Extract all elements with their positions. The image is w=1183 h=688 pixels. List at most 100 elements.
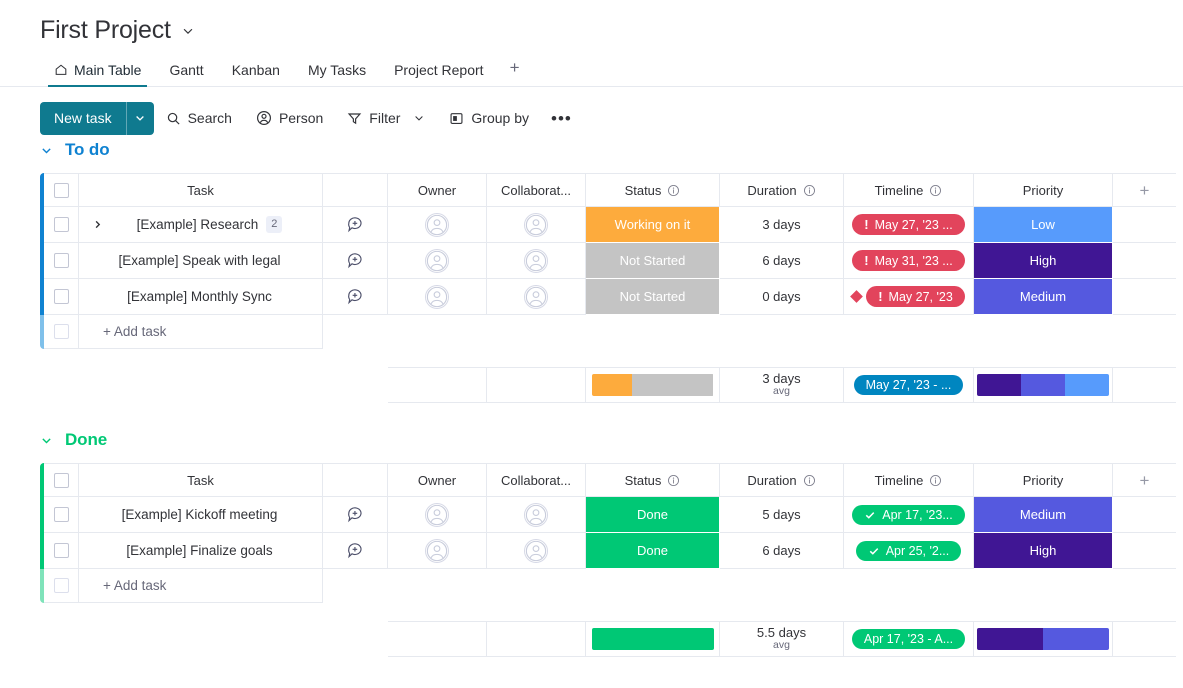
avatar[interactable]: [425, 284, 449, 309]
collaborators-cell[interactable]: [487, 279, 586, 315]
summary-priority-cell[interactable]: [974, 621, 1113, 657]
add-update-cell[interactable]: [323, 279, 388, 315]
add-task-button[interactable]: + Add task: [79, 315, 323, 349]
filter-button[interactable]: Filter: [335, 103, 437, 133]
column-header-owner[interactable]: Owner: [388, 173, 487, 207]
avatar[interactable]: [425, 538, 449, 563]
collaborators-cell[interactable]: [487, 533, 586, 569]
add-update-cell[interactable]: [323, 497, 388, 533]
priority-cell[interactable]: Low: [974, 207, 1113, 243]
avatar[interactable]: [524, 284, 548, 309]
tab-my-tasks[interactable]: My Tasks: [294, 62, 380, 86]
info-icon[interactable]: [929, 184, 942, 197]
priority-cell[interactable]: Medium: [974, 279, 1113, 315]
duration-cell[interactable]: 5 days: [720, 497, 844, 533]
row-checkbox[interactable]: [53, 507, 69, 522]
column-header-task[interactable]: Task: [79, 463, 323, 497]
add-task-checkbox[interactable]: [53, 578, 69, 593]
add-update-cell[interactable]: [323, 533, 388, 569]
status-cell[interactable]: Working on it: [586, 207, 720, 243]
tab-main-table[interactable]: Main Table: [40, 62, 155, 87]
task-name-cell[interactable]: [Example] Research 2: [79, 207, 323, 243]
avatar[interactable]: [425, 212, 449, 237]
status-cell[interactable]: Done: [586, 497, 720, 533]
more-options-button[interactable]: •••: [541, 110, 582, 127]
owner-cell[interactable]: [388, 533, 487, 569]
expand-subitems-icon[interactable]: [89, 219, 105, 230]
add-update-icon[interactable]: [346, 215, 365, 234]
timeline-summary-pill[interactable]: May 27, '23 - ...: [853, 375, 964, 395]
task-name-cell[interactable]: [Example] Monthly Sync: [79, 279, 323, 315]
add-update-icon[interactable]: [346, 541, 365, 560]
summary-status-cell[interactable]: [586, 621, 720, 657]
timeline-pill[interactable]: ! May 27, '23: [866, 286, 965, 307]
timeline-cell[interactable]: ! May 31, '23 ...: [844, 243, 974, 279]
add-update-cell[interactable]: [323, 207, 388, 243]
owner-cell[interactable]: [388, 497, 487, 533]
tab-project-report[interactable]: Project Report: [380, 62, 497, 86]
add-update-icon[interactable]: [346, 505, 365, 524]
status-cell[interactable]: Not Started: [586, 243, 720, 279]
add-task-checkbox[interactable]: [53, 324, 69, 339]
summary-status-cell[interactable]: [586, 367, 720, 403]
add-update-icon[interactable]: [346, 287, 365, 306]
collaborators-cell[interactable]: [487, 207, 586, 243]
select-all-checkbox[interactable]: [53, 182, 69, 198]
row-checkbox[interactable]: [53, 253, 69, 268]
group-collapse-icon[interactable]: [40, 434, 53, 447]
priority-cell[interactable]: Medium: [974, 497, 1113, 533]
info-icon[interactable]: [667, 474, 680, 487]
select-all-checkbox[interactable]: [53, 472, 69, 488]
new-task-button[interactable]: New task: [40, 101, 154, 135]
column-header-status[interactable]: Status: [586, 463, 720, 497]
owner-cell[interactable]: [388, 243, 487, 279]
info-icon[interactable]: [667, 184, 680, 197]
avatar[interactable]: [524, 212, 548, 237]
status-cell[interactable]: Not Started: [586, 279, 720, 315]
avatar[interactable]: [524, 248, 548, 273]
add-column-button[interactable]: +: [1113, 463, 1176, 497]
timeline-pill[interactable]: Apr 25, '2...: [855, 540, 962, 561]
column-header-duration[interactable]: Duration: [720, 463, 844, 497]
duration-cell[interactable]: 6 days: [720, 533, 844, 569]
avatar[interactable]: [524, 502, 548, 527]
collaborators-cell[interactable]: [487, 243, 586, 279]
column-header-status[interactable]: Status: [586, 173, 720, 207]
summary-duration-cell[interactable]: 3 days avg: [720, 367, 844, 403]
timeline-cell[interactable]: Apr 25, '2...: [844, 533, 974, 569]
info-icon[interactable]: [803, 184, 816, 197]
column-header-duration[interactable]: Duration: [720, 173, 844, 207]
info-icon[interactable]: [929, 474, 942, 487]
priority-cell[interactable]: High: [974, 533, 1113, 569]
avatar[interactable]: [425, 502, 449, 527]
avatar[interactable]: [425, 248, 449, 273]
row-checkbox[interactable]: [53, 217, 69, 232]
add-update-cell[interactable]: [323, 243, 388, 279]
summary-timeline-cell[interactable]: May 27, '23 - ...: [844, 367, 974, 403]
summary-timeline-cell[interactable]: Apr 17, '23 - A...: [844, 621, 974, 657]
timeline-pill[interactable]: ! May 27, '23 ...: [852, 214, 965, 235]
summary-priority-cell[interactable]: [974, 367, 1113, 403]
owner-cell[interactable]: [388, 279, 487, 315]
collaborators-cell[interactable]: [487, 497, 586, 533]
group-title[interactable]: Done: [65, 430, 107, 450]
timeline-cell[interactable]: ! May 27, '23: [844, 279, 974, 315]
row-checkbox[interactable]: [53, 543, 69, 558]
timeline-summary-pill[interactable]: Apr 17, '23 - A...: [851, 629, 966, 649]
info-icon[interactable]: [803, 474, 816, 487]
column-header-timeline[interactable]: Timeline: [844, 173, 974, 207]
chevron-down-icon[interactable]: [413, 112, 425, 124]
group-collapse-icon[interactable]: [40, 144, 53, 157]
column-header-owner[interactable]: Owner: [388, 463, 487, 497]
priority-cell[interactable]: High: [974, 243, 1113, 279]
timeline-cell[interactable]: ! May 27, '23 ...: [844, 207, 974, 243]
column-header-priority[interactable]: Priority: [974, 463, 1113, 497]
timeline-cell[interactable]: Apr 17, '23...: [844, 497, 974, 533]
column-header-collaborators[interactable]: Collaborat...: [487, 463, 586, 497]
group-by-button[interactable]: Group by: [437, 103, 541, 133]
task-name-cell[interactable]: [Example] Finalize goals: [79, 533, 323, 569]
add-tab-button[interactable]: +: [498, 58, 532, 86]
tab-kanban[interactable]: Kanban: [218, 62, 294, 86]
search-button[interactable]: Search: [154, 103, 244, 133]
add-update-icon[interactable]: [346, 251, 365, 270]
